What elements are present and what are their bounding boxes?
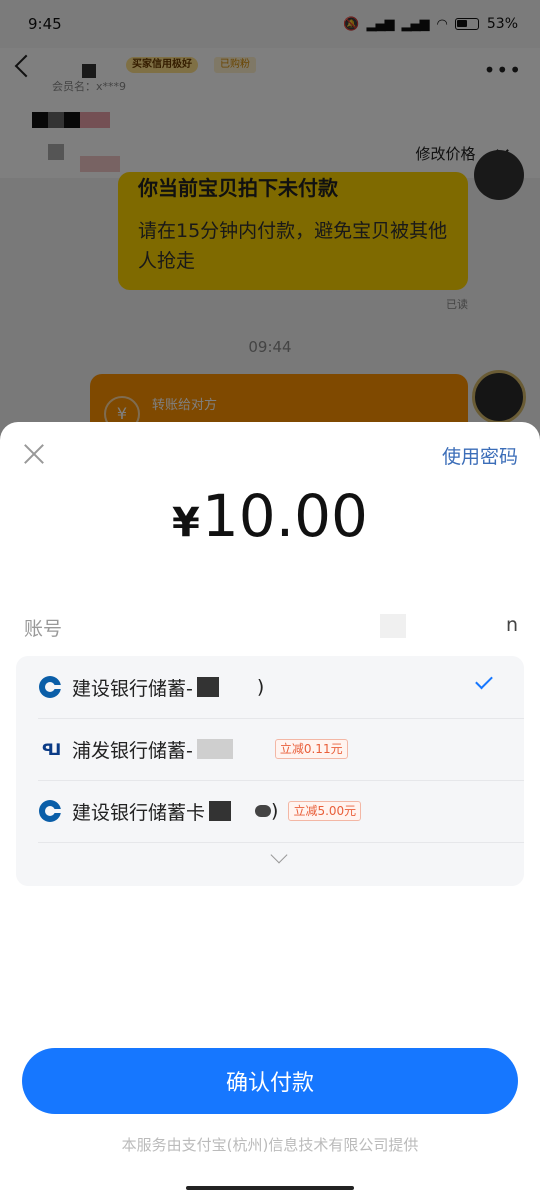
discount-badge: 立减0.11元 [274, 739, 348, 759]
payment-method-ccb[interactable]: 建设银行储蓄- ) [16, 656, 524, 718]
redacted-block [196, 739, 233, 759]
chevron-down-icon[interactable] [270, 846, 288, 864]
check-icon [475, 671, 493, 690]
payment-method-ccb-card[interactable]: 建设银行储蓄卡 ) 立减5.00元 [16, 780, 524, 842]
method-name: 建设银行储蓄卡 [72, 801, 206, 824]
payment-method-spdb[interactable]: ꟼ⅃ 浦发银行储蓄- 立减0.11元 [16, 718, 524, 780]
redacted-block [380, 614, 406, 638]
amount-value: 10.00 [201, 482, 368, 550]
ccb-bank-icon [38, 675, 62, 699]
method-name: 建设银行储蓄- [72, 677, 193, 700]
ccb-bank-icon [38, 799, 62, 823]
redacted-block [220, 677, 257, 697]
redacted-block [255, 805, 272, 817]
payment-sheet: 使用密码 ¥10.00 账号 n 建设银行储蓄- ) ꟼ⅃ 浦发银行储蓄- 立减… [0, 422, 540, 1200]
spdb-bank-icon: ꟼ⅃ [42, 739, 61, 759]
redacted-block [209, 801, 232, 821]
payment-method-list: 建设银行储蓄- ) ꟼ⅃ 浦发银行储蓄- 立减0.11元 建设银行储蓄卡 ) 立… [16, 656, 524, 886]
account-label: 账号 [24, 618, 63, 640]
method-suffix: ) [271, 800, 279, 822]
use-password-link[interactable]: 使用密码 [442, 442, 518, 469]
redacted-block [233, 801, 254, 821]
method-suffix: ) [256, 676, 265, 698]
confirm-payment-button[interactable]: 确认付款 [22, 1048, 518, 1114]
footer-note: 本服务由支付宝(杭州)信息技术有限公司提供 [121, 1136, 419, 1154]
account-value: n [505, 614, 518, 636]
currency-symbol: ¥ [172, 500, 200, 546]
divider [38, 842, 524, 843]
redacted-block [196, 677, 219, 697]
payment-amount: ¥10.00 [0, 482, 540, 550]
discount-badge: 立减5.00元 [288, 801, 362, 821]
method-name: 浦发银行储蓄- [72, 739, 193, 762]
home-indicator[interactable] [186, 1186, 354, 1190]
redacted-block [234, 739, 265, 759]
close-icon[interactable] [22, 442, 46, 466]
